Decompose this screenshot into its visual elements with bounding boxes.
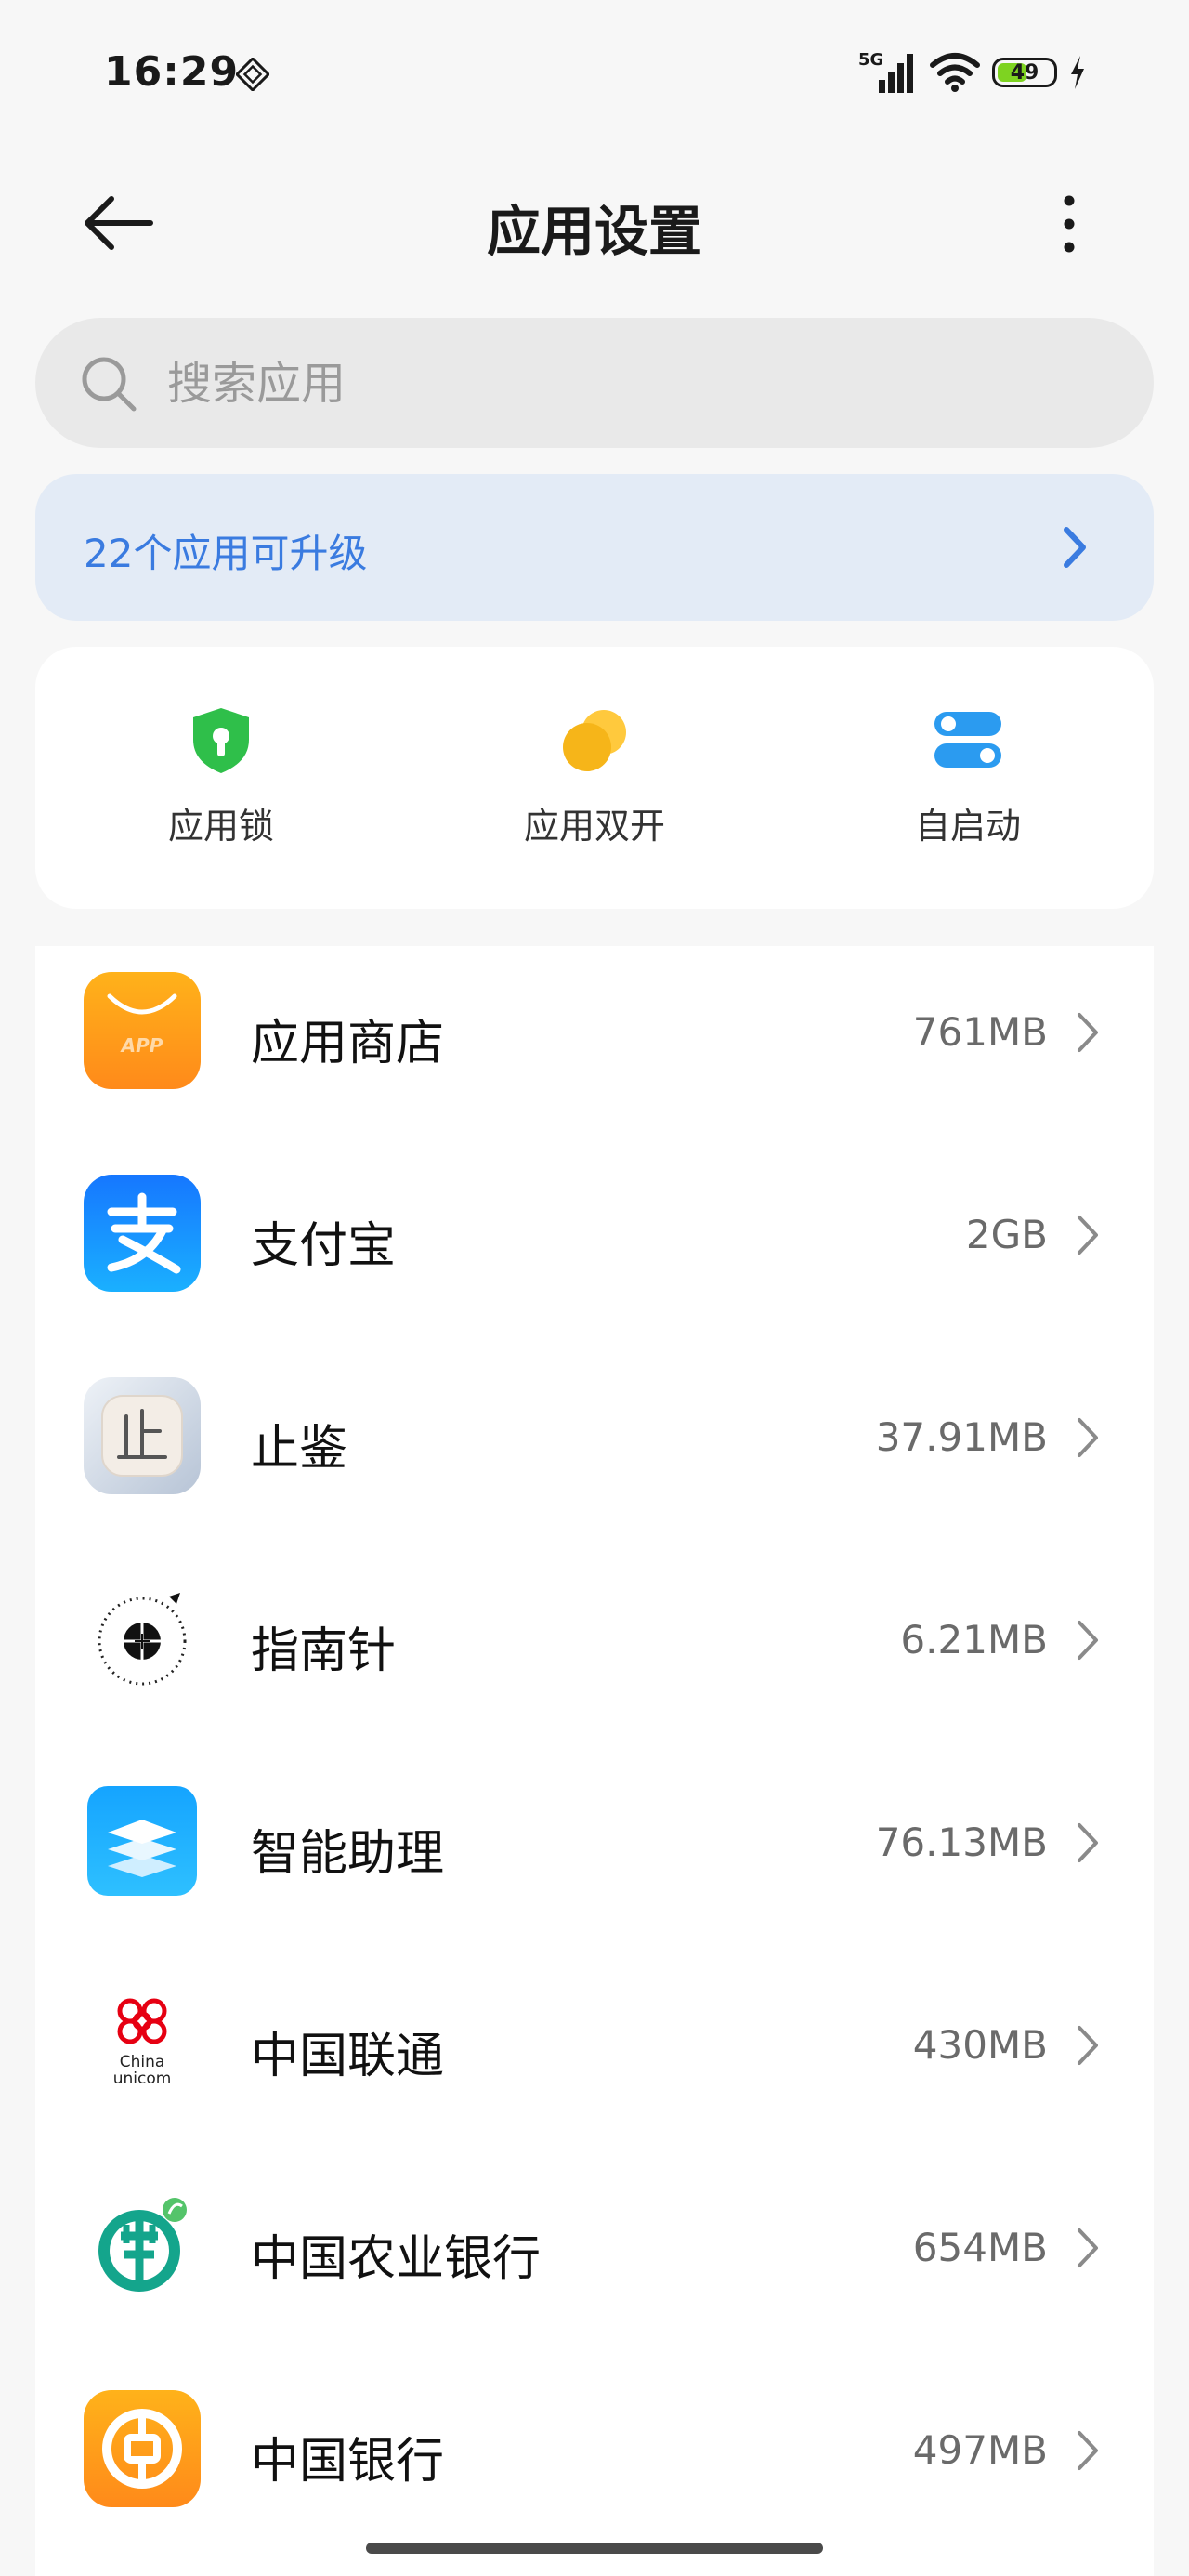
app-name: 指南针	[251, 1623, 397, 1679]
list-item-zhijian[interactable]: 止鉴 37.91MB	[35, 1310, 1154, 1513]
shortcut-label: 应用锁	[167, 806, 274, 847]
app-size: 6.21MB	[900, 1617, 1048, 1663]
chevron-right-icon	[1078, 1216, 1098, 1255]
list-item-abc-bank[interactable]: 中国农业银行 654MB	[35, 2121, 1154, 2323]
search-input[interactable]	[165, 318, 1098, 450]
wifi-icon	[930, 53, 980, 92]
shortcut-label: 应用双开	[523, 806, 665, 847]
chevron-right-icon	[1078, 1013, 1098, 1052]
app-size: 2GB	[965, 1212, 1048, 1257]
shortcut-autostart[interactable]: 自启动	[829, 703, 1107, 870]
toggle-icon	[934, 712, 1001, 768]
app-size: 497MB	[912, 2427, 1048, 2473]
abc-bank-icon	[84, 2188, 201, 2305]
app-name: 应用商店	[251, 1016, 445, 1071]
chevron-right-icon	[1078, 2228, 1098, 2267]
app-size: 761MB	[912, 1009, 1048, 1055]
alipay-icon	[84, 1175, 201, 1292]
search-bar[interactable]	[35, 318, 1154, 450]
list-item-alipay[interactable]: 支付宝 2GB	[35, 1108, 1154, 1310]
shield-lock-icon	[193, 708, 249, 773]
upgrade-banner-text: 22个应用可升级	[84, 531, 368, 576]
chevron-right-icon	[1064, 527, 1086, 568]
svg-text:APP: APP	[120, 1034, 163, 1057]
app-name: 止鉴	[251, 1421, 348, 1477]
page-title: 应用设置	[486, 200, 702, 263]
boc-bank-icon	[84, 2390, 201, 2507]
app-name: 支付宝	[251, 1218, 397, 1274]
app-name: 智能助理	[251, 1826, 445, 1882]
app-store-icon: APP	[84, 972, 201, 1089]
app-name: 中国银行	[251, 2434, 445, 2490]
list-item-compass[interactable]: 指南针 6.21MB	[35, 1513, 1154, 1715]
app-list: APP 应用商店 761MB 支付宝 2GB 止鉴 37.91MB 指南针 6.…	[35, 946, 1154, 2576]
list-item-boc-bank[interactable]: 中国银行 497MB	[35, 2323, 1154, 2526]
list-item-china-unicom[interactable]: China unicom 中国联通 430MB	[35, 1918, 1154, 2121]
status-bar: 16:29 5G 49	[0, 0, 1189, 149]
shortcut-dual-apps[interactable]: 应用双开	[455, 703, 734, 870]
list-item-assistant[interactable]: 智能助理 76.13MB	[35, 1715, 1154, 1918]
shortcut-app-lock[interactable]: 应用锁	[82, 703, 360, 870]
chevron-right-icon	[1078, 2431, 1098, 2470]
svg-text:unicom: unicom	[113, 2070, 172, 2088]
app-size: 37.91MB	[875, 1414, 1048, 1460]
compass-icon	[84, 1580, 201, 1697]
status-time: 16:29	[104, 48, 240, 96]
china-unicom-icon: China unicom	[84, 1985, 201, 2102]
app-size: 654MB	[912, 2225, 1048, 2270]
shortcuts-card: 应用锁 应用双开 自启动	[35, 647, 1154, 909]
signal-icon: 5G	[858, 50, 913, 93]
status-indicators: 5G 49	[858, 46, 1087, 99]
dual-app-icon	[563, 710, 626, 771]
network-type-label: 5G	[858, 50, 883, 70]
assistant-icon	[84, 1782, 201, 1899]
app-name: 中国农业银行	[251, 2231, 542, 2287]
search-icon	[82, 357, 137, 412]
charging-icon	[1071, 56, 1084, 89]
app-size: 430MB	[912, 2022, 1048, 2068]
app-size: 76.13MB	[875, 1820, 1048, 1865]
chevron-right-icon	[1078, 1823, 1098, 1862]
upgrade-banner[interactable]: 22个应用可升级	[35, 474, 1154, 621]
battery-icon: 49	[992, 58, 1057, 87]
shortcut-label: 自启动	[914, 806, 1021, 847]
svg-text:China: China	[120, 2053, 165, 2071]
battery-level: 49	[1010, 60, 1039, 85]
zhijian-icon	[84, 1377, 201, 1494]
chevron-right-icon	[1078, 2026, 1098, 2065]
nfc-icon	[236, 58, 269, 91]
chevron-right-icon	[1078, 1621, 1098, 1660]
list-item-app-store[interactable]: APP 应用商店 761MB	[35, 946, 1154, 1108]
home-indicator[interactable]	[366, 2543, 823, 2554]
app-name: 中国联通	[251, 2029, 445, 2084]
chevron-right-icon	[1078, 1418, 1098, 1457]
more-vertical-icon[interactable]	[1050, 191, 1089, 256]
